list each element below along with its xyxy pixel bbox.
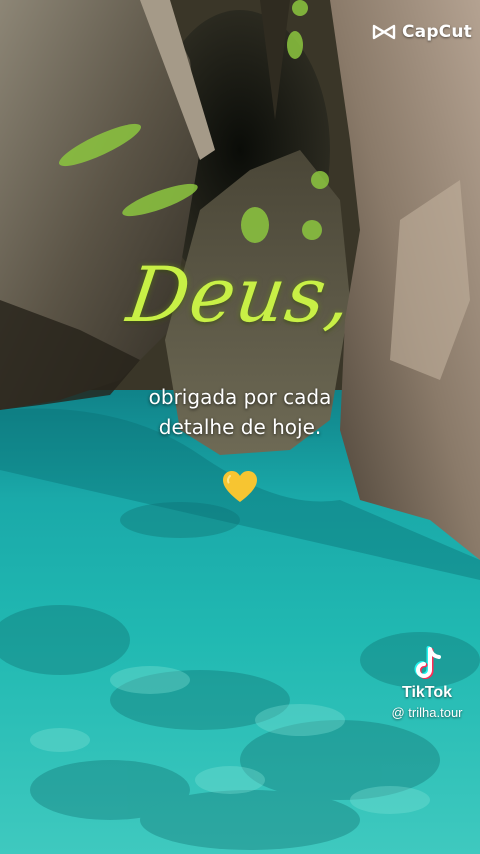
subtitle-line-2: detalhe de hoje. — [158, 415, 322, 439]
video-frame: CapCut Deus, obrigada por cada detalhe d… — [0, 0, 480, 854]
overlay-subtitle: obrigada por cada detalhe de hoje. — [0, 382, 480, 442]
capcut-watermark: CapCut — [372, 22, 472, 42]
yellow-heart-icon — [223, 471, 257, 502]
subtitle-line-1: obrigada por cada — [148, 385, 332, 409]
tiktok-label: TikTok — [401, 684, 453, 701]
tiktok-handle: @ trilha.tour — [391, 705, 463, 720]
capcut-logo-icon — [372, 24, 396, 40]
capcut-label: CapCut — [401, 22, 472, 42]
tiktok-watermark: TikTok @ trilha.tour — [382, 646, 472, 722]
tiktok-logo-icon — [414, 646, 441, 679]
overlay-title: Deus, — [122, 250, 358, 339]
